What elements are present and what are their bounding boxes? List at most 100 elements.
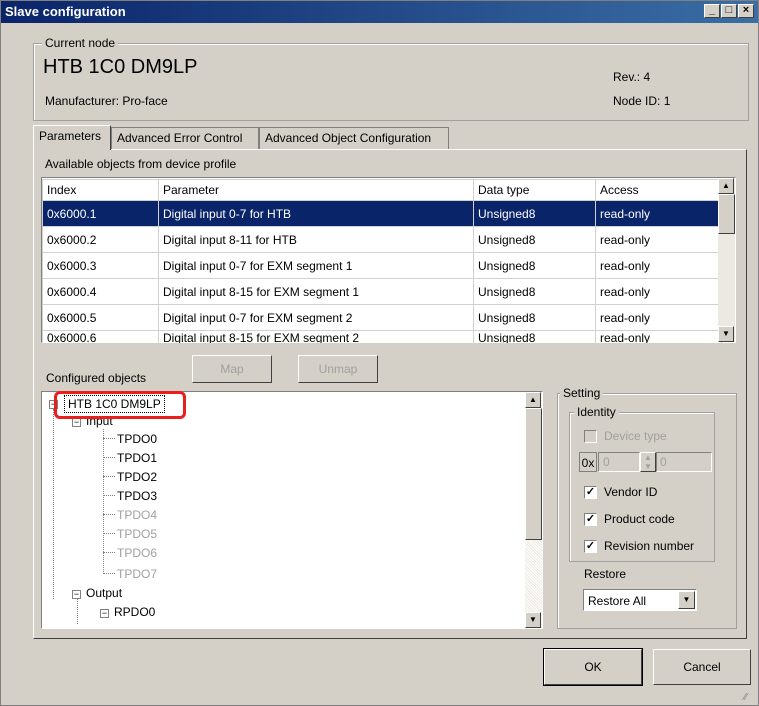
column-header-data-type[interactable]: Data type (473, 179, 596, 201)
tree-scrollbar[interactable]: ▲ ▼ (525, 392, 542, 628)
cell-parameter: Digital input 8-15 for EXM segment 1 (158, 278, 474, 305)
spin-buttons-icon[interactable]: ▲ ▼ (640, 452, 656, 472)
tree-line (53, 409, 54, 599)
tree-tpdo-node[interactable]: TPDO4 (117, 508, 157, 522)
cell-index: 0x6000.2 (42, 226, 159, 253)
scroll-thumb[interactable] (525, 408, 542, 540)
tree-line (103, 533, 115, 534)
collapse-output-icon[interactable]: − (72, 590, 81, 599)
title-bar[interactable]: Slave configuration _ □ × (1, 1, 758, 23)
scroll-up-icon[interactable]: ▲ (525, 392, 541, 408)
tree-tpdo-node[interactable]: TPDO5 (117, 527, 157, 541)
product-code-checkbox[interactable]: ✓ (584, 513, 597, 526)
tree-line (77, 599, 78, 624)
restore-label: Restore (584, 567, 627, 581)
cell-index: 0x6000.5 (42, 304, 159, 331)
tree-output-node[interactable]: Output (86, 586, 122, 600)
collapse-rpdo0-icon[interactable]: − (100, 609, 109, 618)
revision-number-checkbox[interactable]: ✓ (584, 540, 597, 553)
tree-line (103, 573, 115, 574)
cell-data-type: Unsigned8 (473, 252, 596, 279)
slave-configuration-window: Slave configuration _ □ × Current node H… (0, 0, 759, 706)
tree-tpdo-node[interactable]: TPDO7 (117, 567, 157, 581)
node-id-label: Node ID: 1 (613, 94, 671, 108)
manufacturer-label: Manufacturer: Pro-face (45, 94, 168, 108)
map-button[interactable]: Map (192, 355, 272, 383)
cell-data-type: Unsigned8 (473, 278, 596, 305)
resize-grip-icon[interactable]: ⁄⁄ (744, 692, 756, 704)
tab-parameters[interactable]: Parameters (33, 125, 111, 150)
collapse-input-icon[interactable]: − (72, 418, 81, 427)
window-title: Slave configuration (5, 4, 126, 19)
cell-access: read-only (595, 200, 722, 227)
highlight-annotation (54, 391, 186, 419)
cell-parameter: Digital input 8-11 for HTB (158, 226, 474, 253)
device-type-input[interactable]: 0 (598, 452, 640, 472)
tree-tpdo-node[interactable]: TPDO3 (117, 489, 157, 503)
restore-dropdown-value: Restore All (588, 594, 647, 608)
column-header-index[interactable]: Index (42, 179, 159, 201)
product-code-label: Product code (604, 512, 675, 526)
cell-data-type: Unsigned8 (473, 226, 596, 253)
tree-tpdo-node[interactable]: TPDO2 (117, 470, 157, 484)
current-node-legend: Current node (42, 36, 119, 50)
setting-legend: Setting (560, 386, 604, 400)
maximize-button[interactable]: □ (721, 4, 737, 18)
tree-rpdo-node[interactable]: RPDO0 (114, 605, 155, 619)
tab-advanced-error-control[interactable]: Advanced Error Control (111, 127, 259, 149)
revision-label: Rev.: 4 (613, 70, 651, 84)
cell-data-type: Unsigned8 (473, 200, 596, 227)
table-row[interactable]: 0x6000.1 Digital input 0-7 for HTB Unsig… (42, 200, 722, 227)
table-row[interactable]: 0x6000.3 Digital input 0-7 for EXM segme… (42, 252, 722, 279)
tree-line (103, 476, 115, 477)
cell-parameter: Digital input 0-7 for EXM segment 1 (158, 252, 474, 279)
cell-access: read-only (595, 226, 722, 253)
device-type-checkbox[interactable] (584, 430, 597, 443)
scroll-up-icon[interactable]: ▲ (718, 178, 734, 194)
tree-tpdo-node[interactable]: TPDO0 (117, 432, 157, 446)
cell-index: 0x6000.1 (42, 200, 159, 227)
cell-parameter: Digital input 0-7 for HTB (158, 200, 474, 227)
column-header-access[interactable]: Access (595, 179, 722, 201)
node-name: HTB 1C0 DM9LP (43, 56, 198, 78)
unmap-button[interactable]: Unmap (298, 355, 378, 383)
vendor-id-checkbox[interactable]: ✓ (584, 486, 597, 499)
tree-line (103, 514, 115, 515)
vendor-id-label: Vendor ID (604, 485, 658, 499)
available-objects-table: Index Parameter Data type Access 0x6000.… (42, 179, 722, 346)
minimize-button[interactable]: _ (704, 4, 720, 18)
device-type-label: Device type (604, 429, 667, 443)
tree-line (103, 438, 115, 439)
identity-legend: Identity (574, 405, 619, 419)
tab-advanced-object-configuration[interactable]: Advanced Object Configuration (259, 127, 449, 149)
device-type-value-field[interactable]: 0 (656, 452, 712, 472)
cell-access: read-only (595, 304, 722, 331)
cancel-button[interactable]: Cancel (653, 649, 751, 685)
table-row[interactable]: 0x6000.4 Digital input 8-15 for EXM segm… (42, 278, 722, 305)
table-header-row: Index Parameter Data type Access (42, 179, 722, 201)
cell-access: read-only (595, 278, 722, 305)
cell-access: read-only (595, 252, 722, 279)
tree-tpdo-node[interactable]: TPDO1 (117, 451, 157, 465)
table-row[interactable]: 0x6000.2 Digital input 8-11 for HTB Unsi… (42, 226, 722, 253)
table-scrollbar[interactable]: ▲ ▼ (718, 178, 735, 342)
cell-index: 0x6000.4 (42, 278, 159, 305)
scroll-down-icon[interactable]: ▼ (525, 612, 541, 628)
revision-number-label: Revision number (604, 539, 695, 553)
cell-index: 0x6000.3 (42, 252, 159, 279)
column-header-parameter[interactable]: Parameter (158, 179, 474, 201)
scroll-down-icon[interactable]: ▼ (718, 326, 734, 342)
table-row[interactable]: 0x6000.5 Digital input 0-7 for EXM segme… (42, 304, 722, 331)
restore-dropdown[interactable]: Restore All ▼ (583, 589, 697, 611)
chevron-down-icon[interactable]: ▼ (678, 591, 695, 609)
close-button[interactable]: × (738, 4, 754, 18)
tree-line (103, 457, 115, 458)
tree-tpdo-node[interactable]: TPDO6 (117, 546, 157, 560)
tree-line (103, 495, 115, 496)
available-objects-label: Available objects from device profile (45, 157, 237, 171)
table-bottom-mask (41, 343, 741, 353)
configured-objects-label: Configured objects (46, 371, 147, 385)
scroll-thumb[interactable] (718, 194, 735, 234)
ok-button[interactable]: OK (543, 648, 643, 686)
cell-parameter: Digital input 0-7 for EXM segment 2 (158, 304, 474, 331)
